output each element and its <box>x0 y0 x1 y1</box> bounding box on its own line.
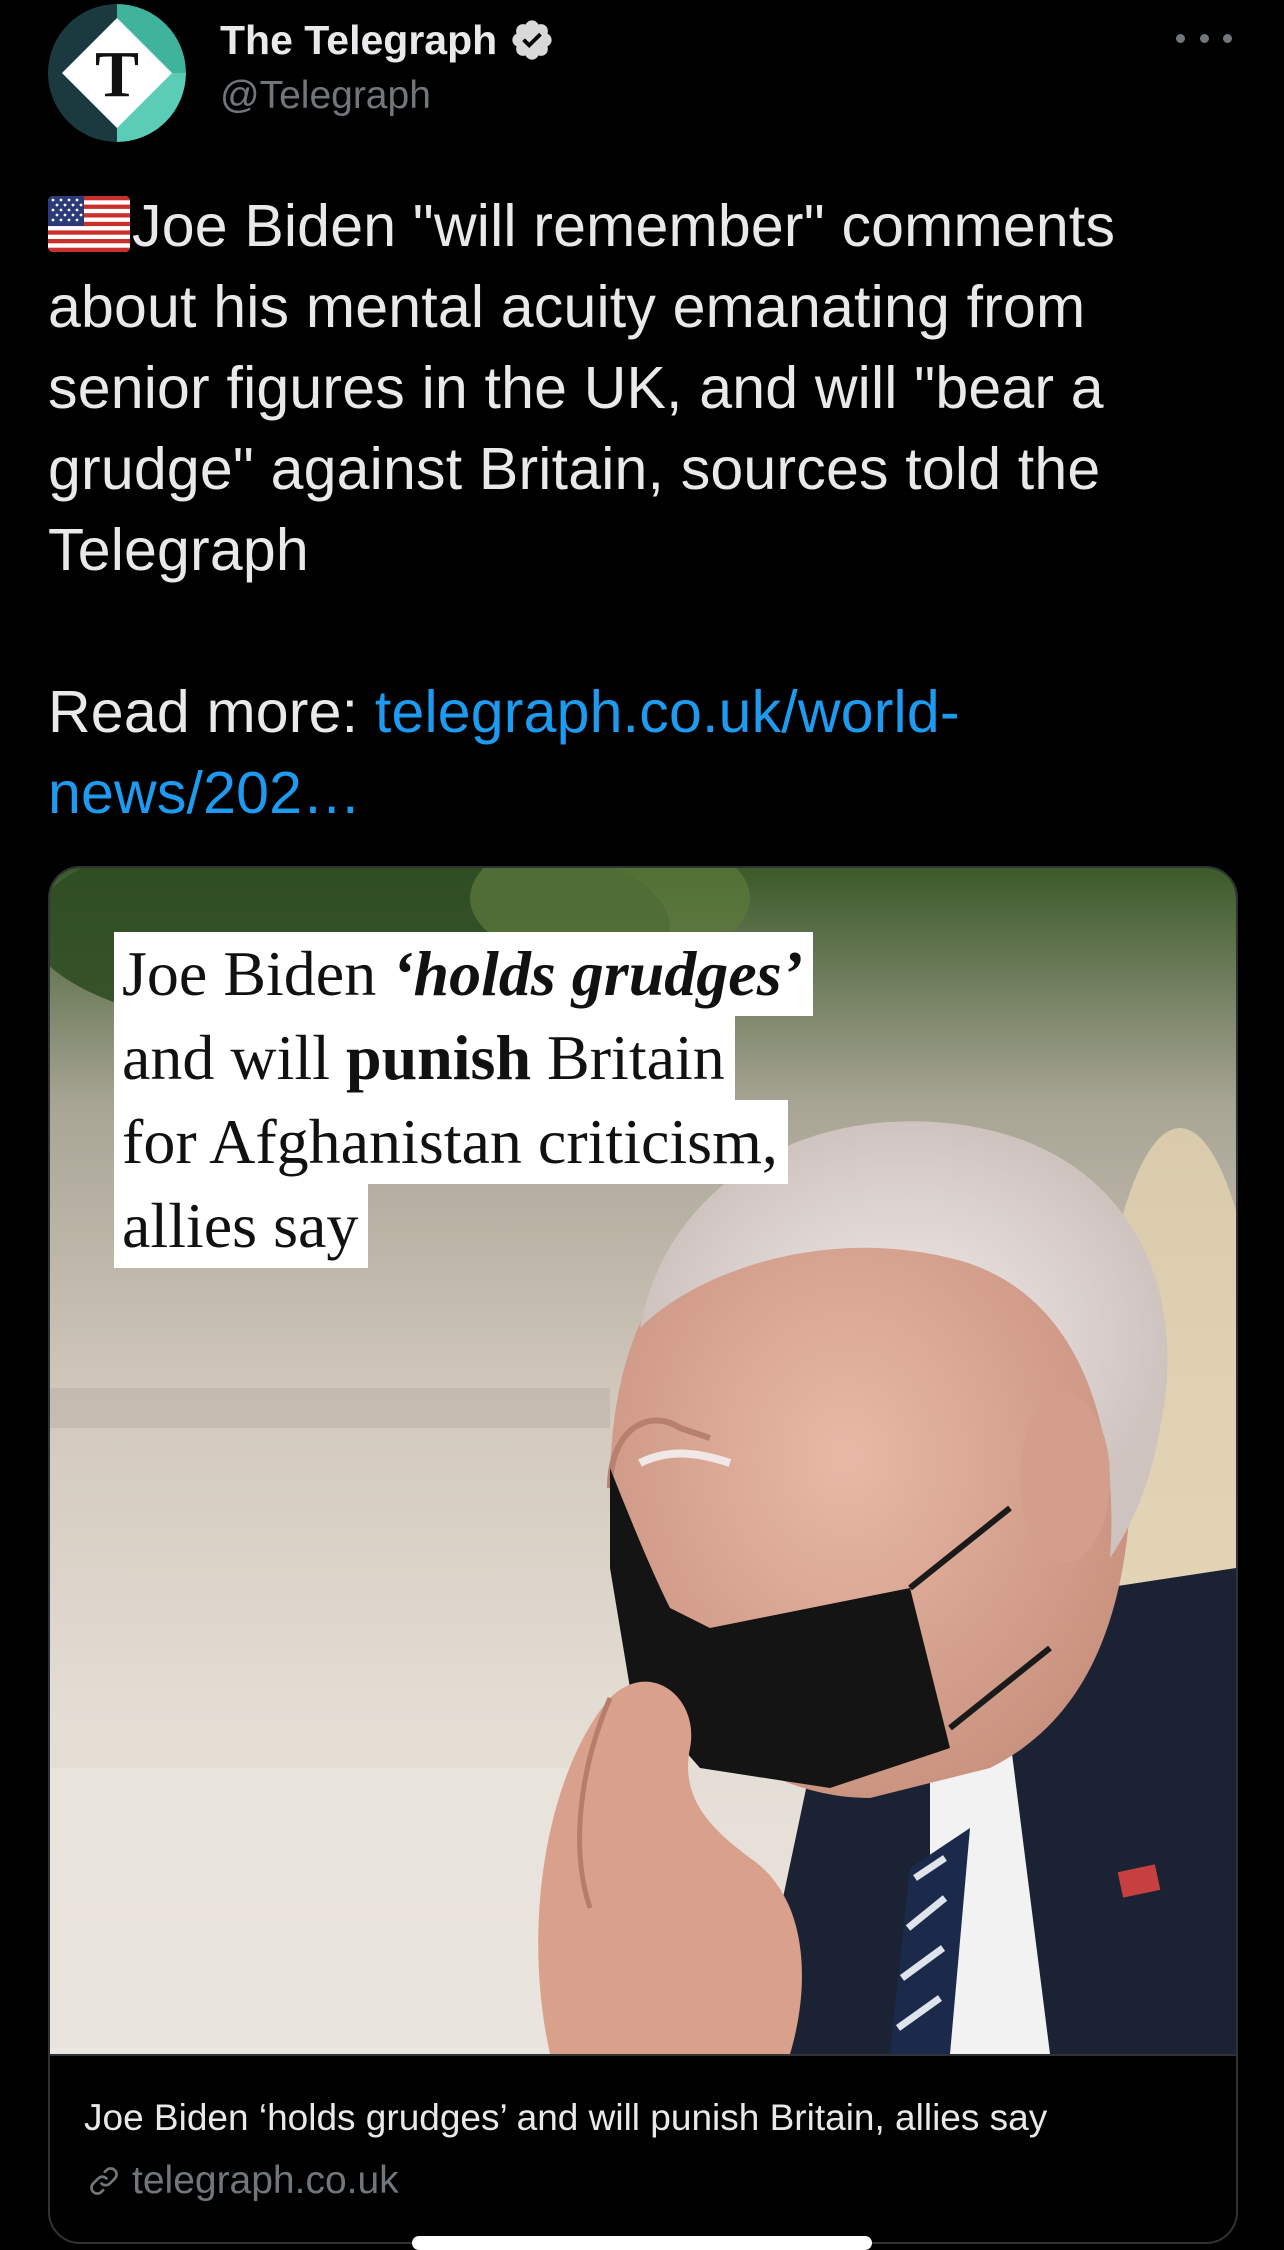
headline-line-4: allies say <box>114 1184 369 1268</box>
avatar[interactable]: T <box>48 4 186 142</box>
author-name-row: The Telegraph <box>220 14 555 66</box>
card-title: Joe Biden ‘holds grudges’ and will punis… <box>84 2097 1048 2138</box>
tweet-read-more: Read more: telegraph.co.uk/world-news/20… <box>48 672 1248 834</box>
card-image[interactable]: Joe Biden ‘holds grudges’ and will punis… <box>50 868 1236 2054</box>
link-icon <box>90 2167 118 2195</box>
link-preview-card[interactable]: Joe Biden ‘holds grudges’ and will punis… <box>48 866 1238 2244</box>
card-domain: telegraph.co.uk <box>84 2156 399 2206</box>
headline-line-1: Joe Biden ‘holds grudges’ <box>114 932 813 1016</box>
more-horizontal-icon[interactable] <box>1176 18 1232 58</box>
tweet-header: T The Telegraph @Telegraph <box>48 0 1238 150</box>
verified-badge-icon <box>512 20 552 60</box>
svg-text:T: T <box>95 38 139 111</box>
card-footer[interactable]: Joe Biden ‘holds grudges’ and will punis… <box>50 2054 1236 2242</box>
card-domain-text: telegraph.co.uk <box>132 2159 399 2202</box>
read-more-label: Read more: <box>48 679 375 745</box>
author-handle[interactable]: @Telegraph <box>220 70 431 122</box>
telegraph-t-logo-icon: T <box>48 4 186 142</box>
headline-line-2: and will punish Britain <box>114 1016 735 1100</box>
image-headline: Joe Biden ‘holds grudges’ and will punis… <box>114 932 813 1268</box>
us-flag-icon <box>48 196 130 252</box>
tweet-body: Joe Biden "will remember" comments about… <box>48 186 1248 834</box>
headline-line-3: for Afghanistan criticism, <box>114 1100 788 1184</box>
tweet-text-content: Joe Biden "will remember" comments about… <box>48 193 1116 583</box>
author-display-name[interactable]: The Telegraph <box>220 14 497 66</box>
tweet-main-text: Joe Biden "will remember" comments about… <box>48 186 1248 591</box>
